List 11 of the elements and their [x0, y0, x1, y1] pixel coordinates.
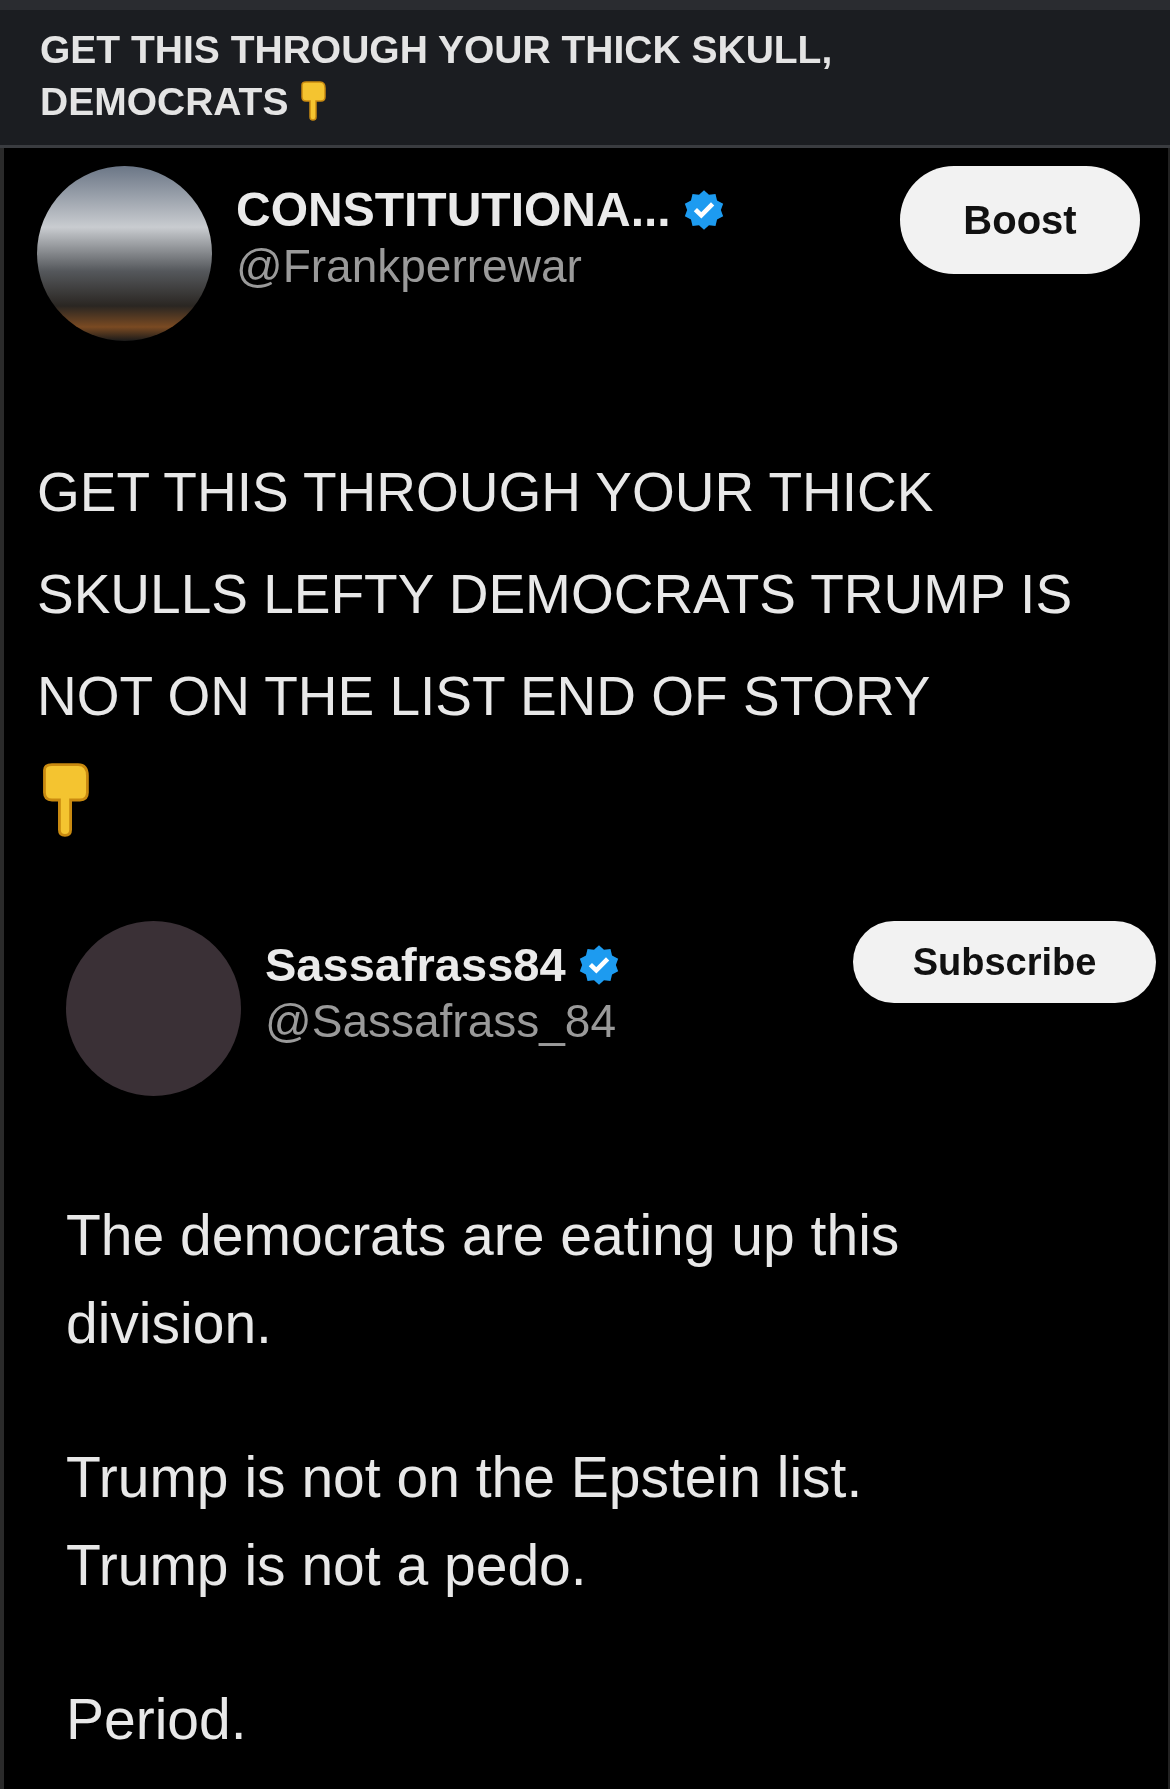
post-text: The democrats are eating up this division.: [66, 1202, 901, 1357]
boost-button[interactable]: Boost: [900, 166, 1140, 274]
post-text: Trump is not on the Epstein list. Trump is not a pedo.: [66, 1444, 864, 1599]
user-name: CONSTITUTIONA...: [236, 182, 671, 238]
post-text: GET THIS THROUGH YOUR THICK SKULLS LEFTY DEMOCRATS TRUMP IS NOT ON THE LIST END OF STORY: [37, 460, 1074, 729]
subscribe-button[interactable]: Subscribe: [853, 921, 1156, 1003]
post-text: Period.: [66, 1686, 248, 1753]
user-handle: @Sassafrass_84: [265, 994, 617, 1049]
user-name: Sassafrass84: [265, 937, 566, 993]
user-handle: @Frankperrewar: [236, 239, 583, 294]
post-title: GET THIS THROUGH YOUR THICK SKULL, DEMOCRATS: [40, 27, 834, 125]
